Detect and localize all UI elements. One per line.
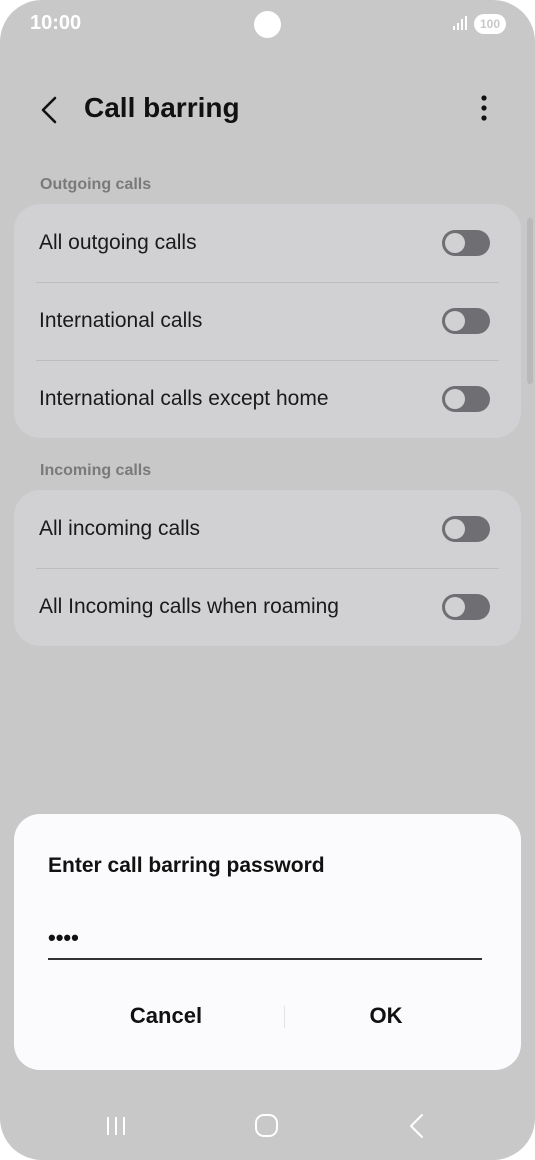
setting-label: International calls [39, 309, 203, 332]
page-title: Call barring [84, 92, 240, 123]
password-dialog: Enter call barring password Cancel OK [14, 814, 521, 1070]
ok-button[interactable]: OK [286, 990, 486, 1042]
navigation-bar [0, 1100, 535, 1152]
setting-row-international-except-home[interactable]: International calls except home [14, 360, 521, 438]
setting-row-all-incoming[interactable]: All incoming calls [14, 490, 521, 568]
status-time: 10:00 [30, 12, 82, 34]
password-input[interactable] [48, 918, 482, 960]
scrollbar[interactable] [527, 218, 533, 384]
setting-label: All outgoing calls [39, 231, 197, 254]
signal-icon [453, 16, 467, 30]
toggle-knob [445, 519, 465, 539]
toggle-knob [445, 233, 465, 253]
setting-label: International calls except home [39, 387, 329, 410]
back-arrow-icon[interactable] [36, 90, 66, 130]
battery-icon: 100 [474, 14, 506, 34]
toggle-knob [445, 311, 465, 331]
home-icon[interactable] [242, 1100, 292, 1152]
setting-row-incoming-roaming[interactable]: All Incoming calls when roaming [14, 568, 521, 646]
dialog-title: Enter call barring password [48, 854, 325, 877]
recents-icon[interactable] [92, 1100, 142, 1152]
outgoing-calls-card: All outgoing calls International calls I… [14, 204, 521, 438]
toggle-knob [445, 389, 465, 409]
toggle-switch[interactable] [442, 308, 490, 334]
phone-screen: 10:00 100 Call barring Outgoing calls Al… [0, 0, 535, 1160]
toggle-switch[interactable] [442, 594, 490, 620]
setting-label: All incoming calls [39, 517, 201, 540]
setting-label: All Incoming calls when roaming [39, 595, 339, 618]
button-divider [284, 1006, 285, 1028]
setting-row-all-outgoing[interactable]: All outgoing calls [14, 204, 521, 282]
toggle-switch[interactable] [442, 386, 490, 412]
camera-cutout [254, 11, 281, 38]
toggle-knob [445, 597, 465, 617]
incoming-calls-card: All incoming calls All Incoming calls wh… [14, 490, 521, 646]
section-label-incoming: Incoming calls [40, 462, 152, 479]
more-options-icon[interactable] [470, 92, 498, 126]
cancel-button[interactable]: Cancel [66, 990, 266, 1042]
status-bar: 10:00 100 [0, 0, 535, 48]
toggle-switch[interactable] [442, 516, 490, 542]
setting-row-international[interactable]: International calls [14, 282, 521, 360]
section-label-outgoing: Outgoing calls [40, 176, 152, 193]
toggle-switch[interactable] [442, 230, 490, 256]
back-icon[interactable] [392, 1100, 442, 1152]
app-header: Call barring [0, 80, 535, 140]
